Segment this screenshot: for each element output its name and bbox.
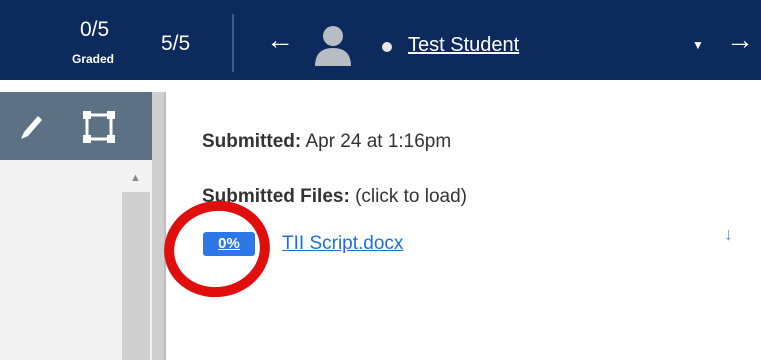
submitted-files-heading: Submitted Files: (click to load)	[202, 186, 467, 208]
chevron-down-icon[interactable]: ▼	[692, 38, 704, 52]
arrow-left-icon[interactable]: ←	[266, 26, 294, 54]
panel-resize-handle[interactable]	[152, 92, 164, 360]
submitted-files-hint: (click to load)	[349, 186, 467, 207]
scrollbar[interactable]	[122, 192, 150, 360]
graded-count: 0/5	[80, 18, 110, 41]
status-dot	[382, 42, 392, 52]
submitted-label: Submitted:	[202, 131, 302, 152]
originality-score-badge[interactable]: 0%	[203, 232, 255, 256]
submitted-date: Apr 24 at 1:16pm	[301, 131, 452, 152]
scroll-up-icon[interactable]: ▲	[130, 172, 141, 184]
pencil-icon[interactable]	[16, 110, 46, 140]
arrow-right-icon[interactable]: →	[726, 26, 754, 54]
student-position: 5/5	[161, 32, 191, 55]
user-avatar-icon	[315, 26, 351, 66]
download-arrow-icon[interactable]: ↓	[724, 224, 733, 245]
header-divider	[232, 14, 234, 72]
annotation-toolbar	[0, 92, 152, 160]
panel-divider	[164, 92, 166, 360]
graded-label: Graded	[72, 52, 115, 66]
submitted-info: Submitted: Apr 24 at 1:16pm	[202, 131, 451, 153]
student-name-select[interactable]: Test Student	[408, 34, 519, 57]
selection-box-icon[interactable]	[82, 110, 116, 144]
speedgrader-header: 0/5 Graded 5/5 ← Test Student ▼ →	[0, 0, 761, 80]
submitted-file-link[interactable]: TII Script.docx	[282, 233, 403, 255]
submitted-files-label: Submitted Files:	[202, 186, 350, 207]
